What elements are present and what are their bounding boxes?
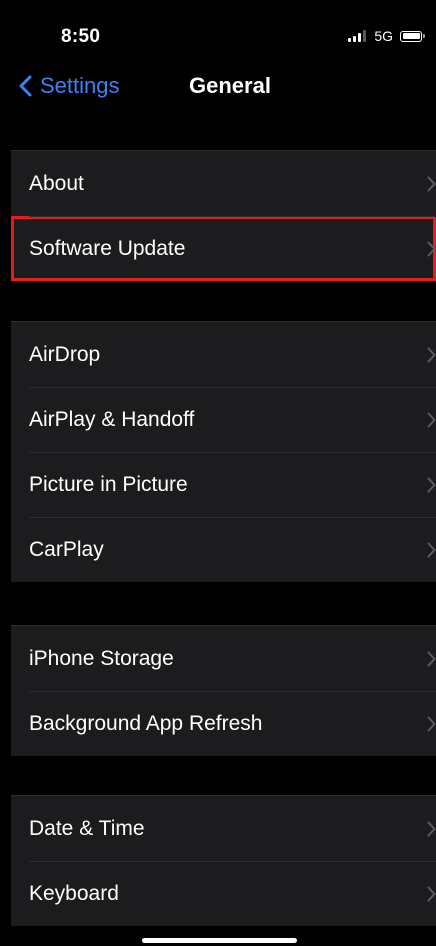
- row-label: iPhone Storage: [29, 646, 174, 670]
- chevron-right-icon: [427, 651, 436, 666]
- settings-group-2: AirDrop AirPlay & Handoff Picture in Pic…: [11, 321, 436, 582]
- chevron-left-icon: [19, 75, 32, 97]
- settings-row-keyboard[interactable]: Keyboard: [11, 861, 436, 926]
- row-label: AirPlay & Handoff: [29, 407, 195, 431]
- cellular-signal-icon: [348, 30, 368, 42]
- general-settings-screen: 8:50 5G Settings General About Software …: [11, 0, 436, 946]
- settings-row-background-app-refresh[interactable]: Background App Refresh: [11, 691, 436, 756]
- back-label: Settings: [40, 73, 120, 98]
- row-label: Keyboard: [29, 881, 119, 905]
- status-time: 8:50: [61, 26, 101, 47]
- status-indicators: 5G: [348, 28, 425, 44]
- settings-row-carplay[interactable]: CarPlay: [11, 517, 436, 582]
- settings-row-about[interactable]: About: [11, 151, 436, 216]
- settings-group-1: About Software Update: [11, 150, 436, 281]
- page-title: General: [189, 73, 271, 98]
- back-button[interactable]: Settings: [19, 70, 120, 102]
- settings-row-software-update[interactable]: Software Update: [11, 216, 436, 281]
- row-label: About: [29, 171, 84, 195]
- battery-icon: [400, 30, 425, 42]
- row-label: Picture in Picture: [29, 472, 188, 496]
- row-label: CarPlay: [29, 537, 104, 561]
- chevron-right-icon: [427, 412, 436, 427]
- settings-row-picture-in-picture[interactable]: Picture in Picture: [11, 452, 436, 517]
- chevron-right-icon: [427, 241, 436, 256]
- row-label: Background App Refresh: [29, 711, 263, 735]
- chevron-right-icon: [427, 886, 436, 901]
- row-label: AirDrop: [29, 342, 101, 366]
- settings-row-airplay-handoff[interactable]: AirPlay & Handoff: [11, 387, 436, 452]
- settings-group-3: iPhone Storage Background App Refresh: [11, 625, 436, 756]
- chevron-right-icon: [427, 821, 436, 836]
- home-indicator[interactable]: [142, 938, 297, 943]
- network-type: 5G: [374, 28, 393, 44]
- chevron-right-icon: [427, 347, 436, 362]
- chevron-right-icon: [427, 176, 436, 191]
- settings-row-airdrop[interactable]: AirDrop: [11, 322, 436, 387]
- row-label: Software Update: [29, 236, 186, 260]
- row-label: Date & Time: [29, 816, 145, 840]
- settings-row-iphone-storage[interactable]: iPhone Storage: [11, 626, 436, 691]
- settings-group-4: Date & Time Keyboard: [11, 795, 436, 926]
- navigation-bar: Settings General: [11, 60, 436, 112]
- chevron-right-icon: [427, 542, 436, 557]
- chevron-right-icon: [427, 716, 436, 731]
- settings-row-date-time[interactable]: Date & Time: [11, 796, 436, 861]
- chevron-right-icon: [427, 477, 436, 492]
